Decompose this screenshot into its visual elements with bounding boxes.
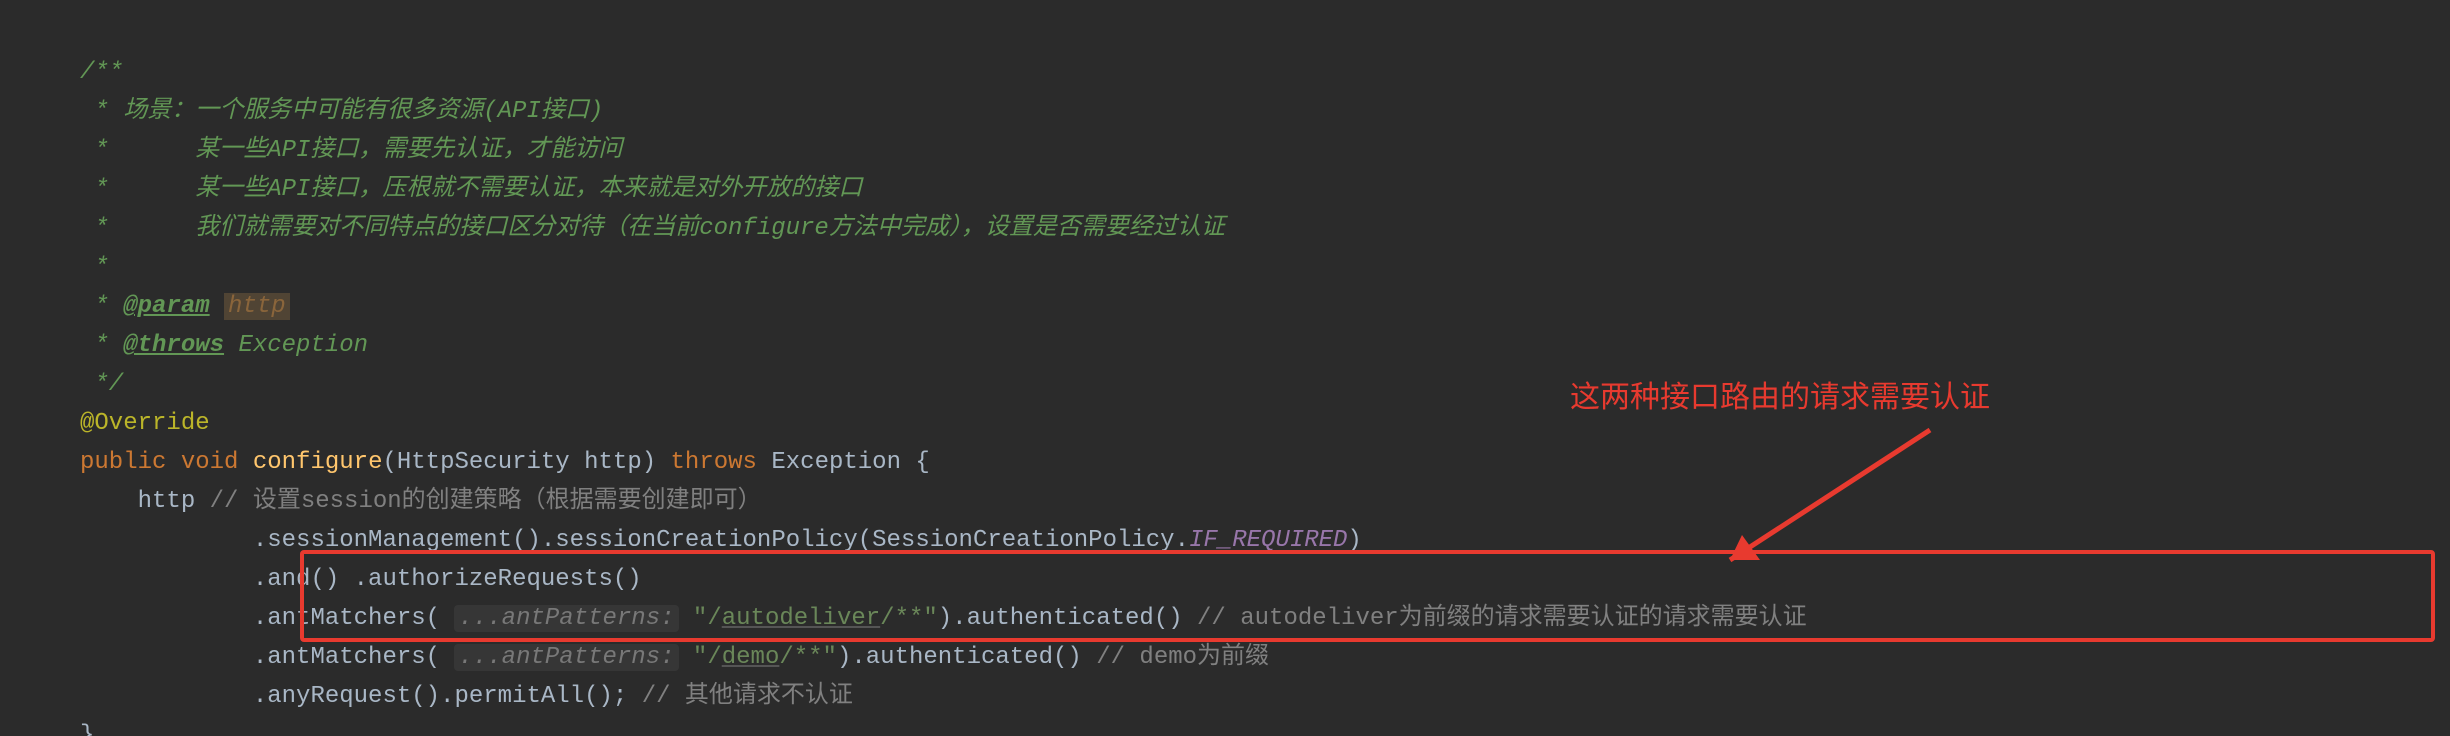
kw-public: public [80,449,166,476]
brace-open: { [915,449,929,476]
javadoc-throws-class: Exception [224,332,368,359]
string-literal: "/ [693,605,722,632]
code-line: http [80,488,210,515]
line-comment: // demo为前缀 [1096,644,1269,671]
code-tail: ).authenticated() [938,605,1197,632]
code-line: .sessionManagement().sessionCreationPoli… [80,527,1189,554]
javadoc-param-lead: * [80,293,123,320]
throws-type: Exception [771,449,901,476]
annotation-note: 这两种接口路由的请求需要认证 [1570,378,1990,417]
code-tail: ) [1347,527,1361,554]
code-line: .antMatchers( [80,644,454,671]
code-editor[interactable]: /** * 场景：一个服务中可能有很多资源(API接口) * 某一些API接口，… [0,0,2450,736]
javadoc-throws-lead: * [80,332,123,359]
param-type: HttpSecurity [397,449,584,476]
code-line: .antMatchers( [80,605,454,632]
javadoc-line: * 某一些API接口，需要先认证，才能访问 [80,137,622,164]
javadoc-open: /** [80,59,123,86]
code-line: .and() .authorizeRequests() [80,566,642,593]
javadoc-line: * 某一些API接口，压根就不需要认证，本来就是对外开放的接口 [80,176,862,203]
inlay-hint: ...antPatterns: [454,644,678,671]
javadoc-param-name: http [224,293,290,320]
sp [679,644,693,671]
string-literal: demo [722,644,780,671]
code-line: .anyRequest().permitAll(); [80,683,642,710]
enum-const: IF_REQUIRED [1189,527,1347,554]
javadoc-line: * 我们就需要对不同特点的接口区分对待（在当前configure方法中完成），设… [80,215,1225,242]
kw-void: void [181,449,239,476]
string-literal: /**" [880,605,938,632]
javadoc-param-tag: @param [123,293,209,320]
paren-close: ) [642,449,656,476]
line-comment: // autodeliver为前缀的请求需要认证的请求需要认证 [1197,605,1807,632]
javadoc-line: * 场景：一个服务中可能有很多资源(API接口) [80,98,603,125]
code-tail: ).authenticated() [837,644,1096,671]
sp [679,605,693,632]
line-comment: // 其他请求不认证 [642,683,853,710]
string-literal: autodeliver [722,605,880,632]
param-var: http [584,449,642,476]
method-name: configure [253,449,383,476]
javadoc-throws-tag: @throws [123,332,224,359]
javadoc-close: */ [80,371,123,398]
string-literal: /**" [779,644,837,671]
string-literal: "/ [693,644,722,671]
inlay-hint: ...antPatterns: [454,605,678,632]
javadoc-line: * [80,254,109,281]
kw-throws: throws [671,449,757,476]
paren-open: ( [382,449,396,476]
brace-close: } [80,722,94,736]
line-comment: // 设置session的创建策略（根据需要创建即可） [210,488,762,515]
annotation-override: @Override [80,410,210,437]
